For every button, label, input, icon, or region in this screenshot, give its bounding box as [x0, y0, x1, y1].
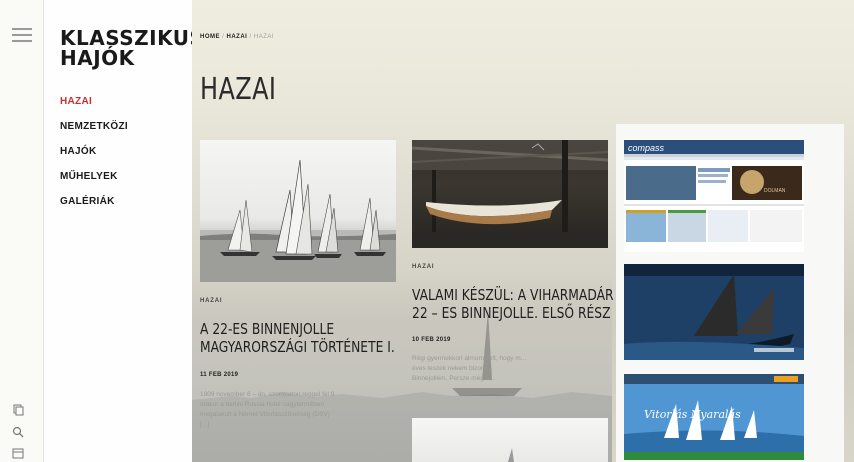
search-icon[interactable] [11, 426, 25, 440]
breadcrumb: HOME / HAZAI / HAZAI [200, 34, 274, 40]
breadcrumb-separator: / [249, 34, 252, 40]
menu-item-nemzetkozi[interactable]: NEMZETKÖZI [60, 121, 128, 146]
menu-item-hazai[interactable]: HAZAI [60, 96, 128, 121]
post-date: 11 FEB 2019 [200, 372, 239, 378]
breadcrumb-home[interactable]: HOME [200, 34, 220, 40]
post-title[interactable]: A 22-ES BINNENJOLLE MAGYARORSZÁGI TÖRTÉN… [200, 320, 395, 356]
post-title-line[interactable]: A 22-ES BINNENJOLLE [200, 320, 395, 338]
post-excerpt: 1909 november 6 – án, szombaton reggel f… [200, 390, 334, 430]
post-excerpt-line: Binnejollém. Persze még s... [412, 375, 495, 382]
post-excerpt-line: éves leszek nekem bizony... [412, 365, 493, 372]
post-date: 10 FEB 2019 [412, 337, 451, 343]
post-image-next[interactable] [412, 418, 608, 462]
breadcrumb-current: HAZAI [253, 34, 275, 40]
dolman-logo: DOLMAN [764, 188, 786, 194]
post-category[interactable]: HAZAI [412, 264, 434, 270]
calendar-icon[interactable] [11, 447, 25, 461]
post-image-boat-workshop[interactable] [412, 140, 608, 248]
post-excerpt-line: [...] [200, 421, 210, 428]
page-title: HAZAI [200, 72, 277, 107]
post-title-line[interactable]: MAGYARORSZÁGI TÖRTÉNETE I. [200, 338, 395, 356]
post-excerpt-line: órakor a berlini Russia hotel nagyterméb… [200, 401, 324, 408]
post-title[interactable]: VALAMI KÉSZÜL: A VIHARMADÁR 22 – ES BINN… [412, 286, 614, 322]
post-excerpt-line: megalakult a Német Vitorlásszövetség (DS… [200, 411, 330, 418]
icon-rail [0, 0, 44, 462]
post-category[interactable]: HAZAI [200, 298, 222, 304]
sailing-holiday-ad[interactable]: Vitorlás Nyaralás [624, 374, 804, 460]
copy-icon[interactable] [11, 404, 25, 418]
compass-logo: compass [628, 143, 665, 153]
banner-caption: Vitorlás Nyaralás [644, 408, 741, 421]
post-excerpt-line: Régi gyermekkori álmom volt, hogy m... [412, 355, 527, 362]
compass-magazine-ad[interactable]: compass DOLMAN [624, 140, 804, 252]
sidebar-ads: compass DOLMAN Vitorlás Nyaralás [616, 124, 844, 462]
menu-item-hajok[interactable]: HAJÓK [60, 146, 128, 171]
menu-item-muhelyek[interactable]: MŰHELYEK [60, 171, 128, 196]
main-menu: HAZAI NEMZETKÖZI HAJÓK MŰHELYEK GALÉRIÁK [60, 96, 128, 221]
site-nav: KLASSZIKUS HAJÓK HAZAI NEMZETKÖZI HAJÓK … [44, 0, 204, 462]
site-logo[interactable]: KLASSZIKUS HAJÓK [60, 28, 204, 68]
menu-icon[interactable] [12, 28, 32, 42]
breadcrumb-separator: / [222, 34, 225, 40]
post-excerpt-line: 1909 november 6 – án, szombaton reggel f… [200, 391, 335, 398]
post-title-line[interactable]: 22 – ES BINNEJOLLE. ELSŐ RÉSZ [412, 304, 614, 322]
yacht-race-ad[interactable] [624, 264, 804, 360]
main-content: HOME / HAZAI / HAZAI HAZAI HAZAI A 22-ES… [192, 0, 854, 462]
post-image-sailboats[interactable] [200, 140, 396, 282]
breadcrumb-hazai[interactable]: HAZAI [227, 34, 248, 40]
menu-item-galeriak[interactable]: GALÉRIÁK [60, 196, 128, 221]
post-title-line[interactable]: VALAMI KÉSZÜL: A VIHARMADÁR [412, 286, 614, 304]
post-excerpt: Régi gyermekkori álmom volt, hogy m... é… [412, 354, 526, 384]
